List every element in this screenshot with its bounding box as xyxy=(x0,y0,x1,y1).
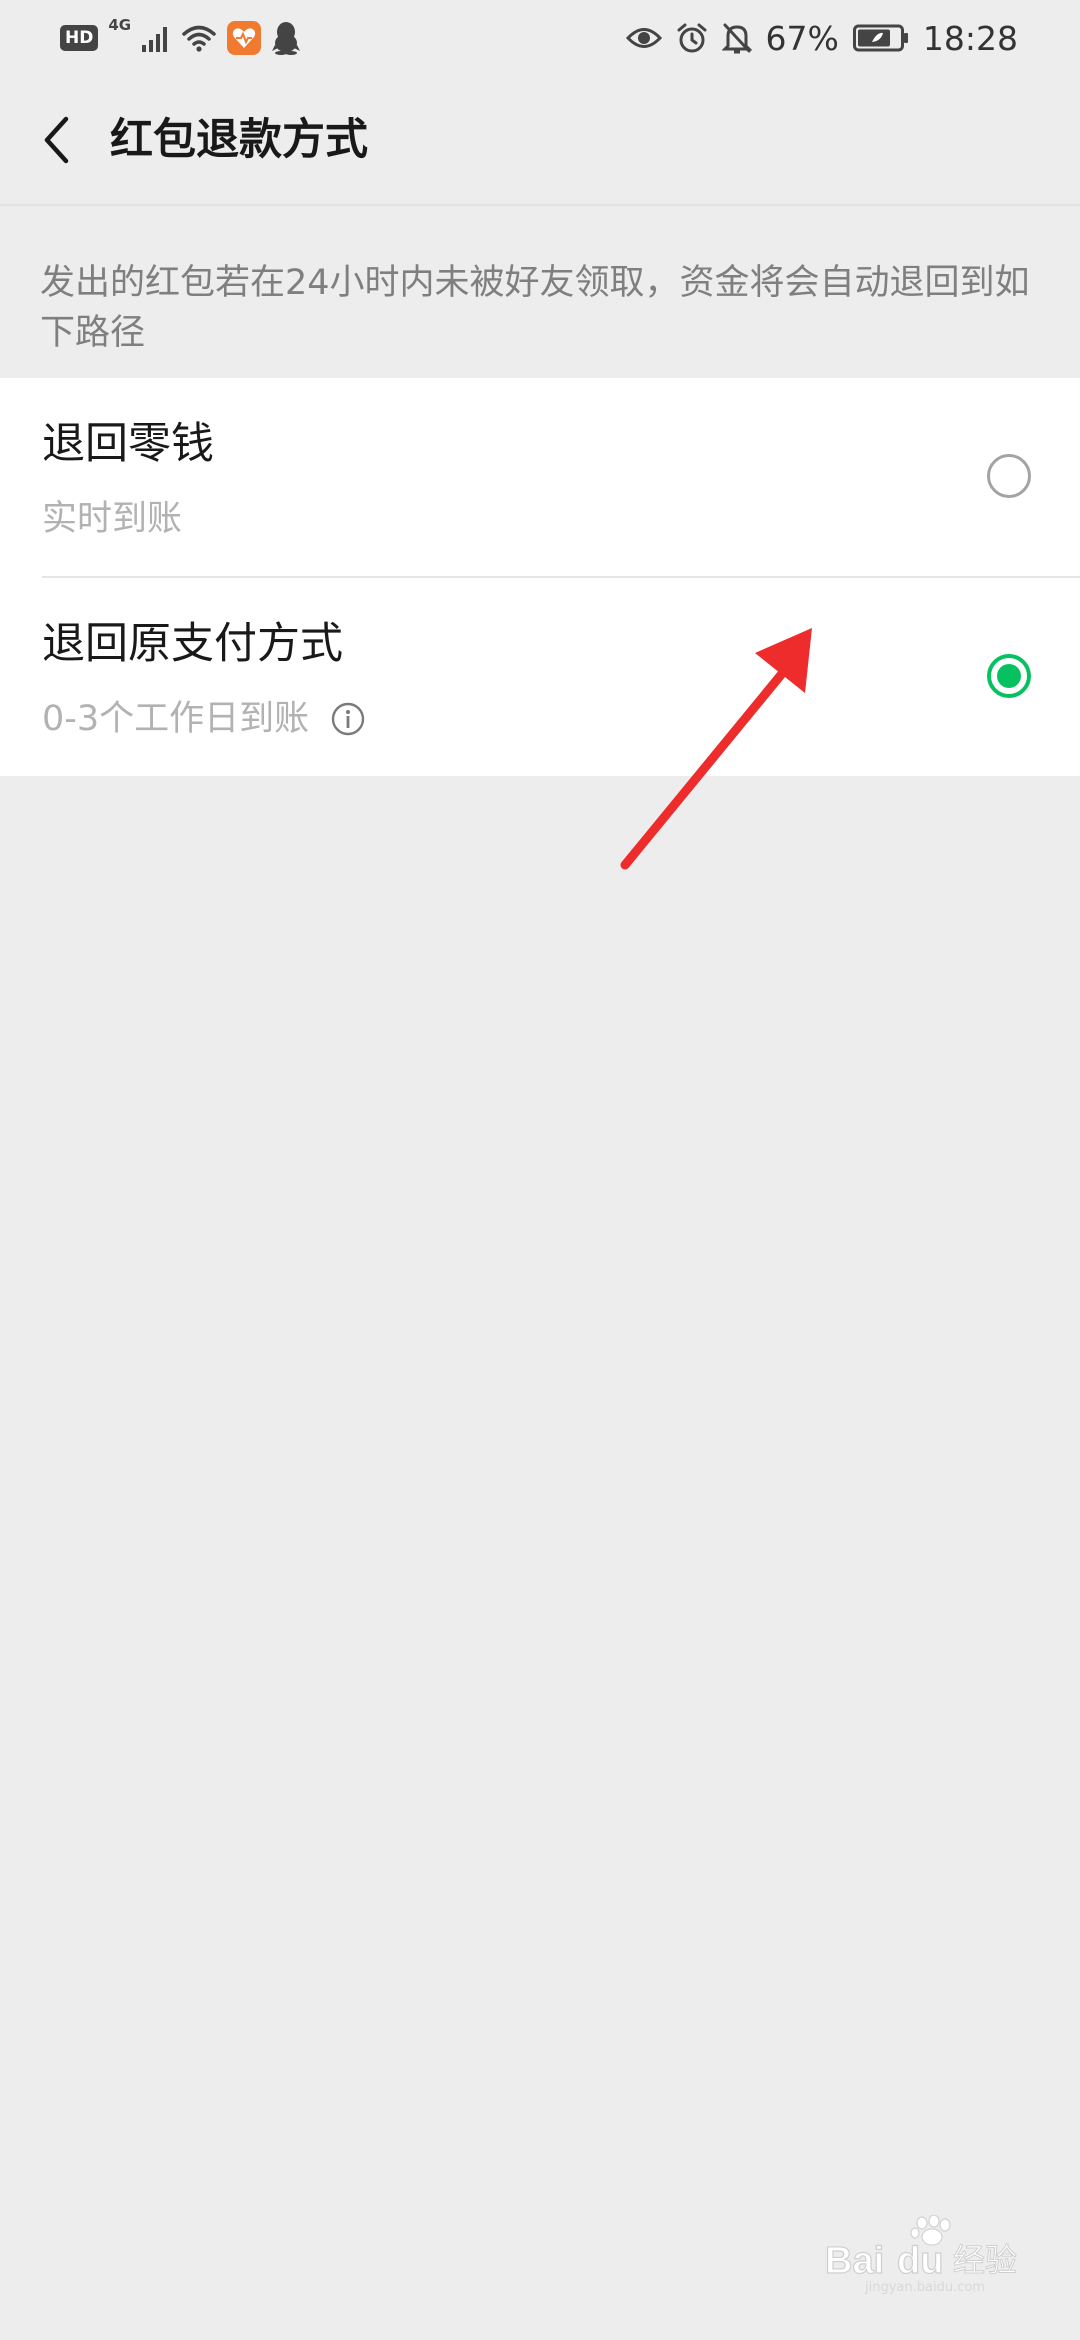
radio-selected[interactable] xyxy=(987,654,1031,698)
page-title: 红包退款方式 xyxy=(110,115,368,165)
option-subtitle: 0-3个工作日到账 xyxy=(42,696,365,742)
status-bar-left: HD 4G xyxy=(60,16,301,58)
health-app-icon xyxy=(227,21,262,55)
option-subtitle-text: 实时到账 xyxy=(42,499,183,539)
clock-time: 18:28 xyxy=(922,18,1018,58)
back-button[interactable] xyxy=(26,102,86,178)
radio-dot xyxy=(997,664,1021,688)
info-icon[interactable] xyxy=(331,702,365,736)
wifi-icon xyxy=(182,25,216,52)
watermark-suffix: 经验 xyxy=(953,2241,1017,2279)
network-type: 4G xyxy=(108,16,132,34)
option-refund-to-balance[interactable]: 退回零钱 实时到账 xyxy=(0,378,1080,576)
watermark-url: jingyan.baidu.com xyxy=(864,2280,985,2295)
battery-percent: 67% xyxy=(765,18,839,58)
status-bar: HD 4G 67% 18:28 xyxy=(0,0,1080,76)
refund-notice: 发出的红包若在24小时内未被好友领取，资金将会自动退回到如下路径 xyxy=(40,263,1030,353)
watermark-brand: Bai xyxy=(825,2240,884,2282)
watermark-brand-du: du xyxy=(897,2240,943,2282)
option-subtitle: 实时到账 xyxy=(42,496,182,542)
back-chevron-icon xyxy=(44,116,69,164)
baidu-jingyan-watermark: Bai du 经验 jingyan.baidu.com xyxy=(824,2214,1035,2295)
option-title: 退回原支付方式 xyxy=(42,619,343,669)
option-subtitle-text: 0-3个工作日到账 xyxy=(42,699,310,739)
eye-icon xyxy=(625,28,662,48)
mute-icon xyxy=(721,23,752,54)
radio-unselected[interactable] xyxy=(987,454,1031,498)
nav-bar: 红包退款方式 xyxy=(0,76,1080,206)
hd-badge: HD xyxy=(60,25,99,51)
battery-icon xyxy=(852,24,908,52)
refund-options-list: 退回零钱 实时到账 退回原支付方式 0-3个工作日到账 xyxy=(0,378,1080,776)
qq-icon xyxy=(272,22,301,55)
annotation-arrow-icon xyxy=(620,628,812,870)
status-bar-right: 67% 18:28 xyxy=(625,18,1018,58)
alarm-icon xyxy=(677,23,707,53)
option-title: 退回零钱 xyxy=(42,419,214,469)
option-refund-to-original-payment[interactable]: 退回原支付方式 0-3个工作日到账 xyxy=(0,578,1080,776)
signal-icon xyxy=(142,27,168,52)
